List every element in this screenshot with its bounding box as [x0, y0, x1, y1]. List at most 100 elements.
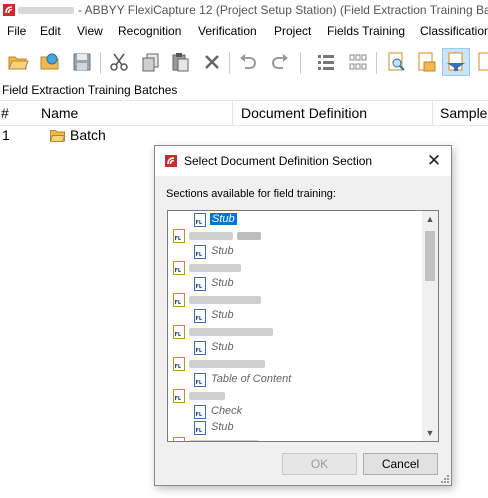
list-item[interactable]: FL Stub [194, 212, 414, 228]
open-project-button[interactable] [36, 48, 64, 76]
folder-globe-icon [40, 53, 59, 70]
list-item-label: Stub [211, 341, 234, 353]
sections-listbox[interactable]: FL Stub FL FL Stub FL FL Stub FL FL Stub… [167, 210, 439, 442]
list-item[interactable]: FL Check [194, 404, 414, 420]
fl-section-icon: FL [194, 213, 206, 227]
list-item[interactable]: FL Table of Content [194, 372, 414, 388]
save-icon [73, 53, 91, 71]
redacted-definition-name [189, 440, 259, 441]
list-item[interactable]: FL [173, 228, 413, 244]
document-training-icon [447, 52, 465, 71]
table-row[interactable]: 1 Batch [0, 126, 488, 146]
document-definition-icon: FL [173, 261, 185, 275]
document-properties-button[interactable] [412, 48, 440, 76]
menu-project[interactable]: Project [274, 24, 311, 38]
row-number: 1 [2, 127, 10, 143]
listbox-scrollbar[interactable]: ▲ ▼ [422, 211, 438, 441]
menu-classification[interactable]: Classification [420, 24, 488, 38]
thumbnails-view-button[interactable] [344, 48, 372, 76]
delete-button[interactable] [198, 48, 226, 76]
field-training-button[interactable] [442, 48, 470, 76]
redacted-definition-name [189, 360, 265, 368]
toolbar [0, 44, 488, 80]
menu-recognition[interactable]: Recognition [118, 24, 181, 38]
fl-section-icon: FL [194, 373, 206, 387]
menu-bar: File Edit View Recognition Verification … [0, 20, 488, 42]
list-item-label: Stub [211, 309, 234, 321]
column-sample[interactable]: Sample [440, 105, 487, 121]
column-divider[interactable] [432, 101, 433, 125]
redo-button[interactable] [266, 48, 294, 76]
list-item[interactable]: FL Stub [194, 244, 414, 260]
sections-label: Sections available for field training: [166, 188, 336, 200]
redacted-definition-name [189, 392, 225, 400]
save-button[interactable] [68, 48, 96, 76]
list-item[interactable]: FL [173, 356, 413, 372]
fl-section-icon: FL [194, 421, 206, 435]
list-item-label: Stub [211, 277, 234, 289]
list-item[interactable] [173, 436, 413, 441]
window-title: - ABBYY FlexiCapture 12 (Project Setup S… [78, 3, 488, 17]
list-item[interactable]: FL Stub [194, 420, 414, 436]
copy-icon [142, 53, 159, 72]
panel-header: Field Extraction Training Batches [0, 82, 488, 101]
fl-section-icon: FL [194, 405, 206, 419]
cut-button[interactable] [105, 48, 133, 76]
list-item-label: Check [211, 405, 243, 417]
cancel-button[interactable]: Cancel [363, 453, 438, 475]
list-item-label: Stub [211, 245, 234, 257]
redacted-filename [18, 7, 74, 14]
document-definition-icon [173, 437, 185, 441]
column-number[interactable]: # [1, 105, 9, 121]
open-document-button[interactable] [382, 48, 410, 76]
list-item[interactable]: FL Stub [194, 276, 414, 292]
svg-text:FL: FL [175, 236, 182, 242]
svg-text:FL: FL [175, 268, 182, 274]
column-document-definition[interactable]: Document Definition [241, 105, 367, 121]
more-toolbar-button[interactable] [472, 48, 488, 76]
title-bar: - ABBYY FlexiCapture 12 (Project Setup S… [0, 0, 488, 20]
document-icon [478, 52, 488, 71]
column-divider[interactable] [232, 101, 233, 125]
svg-text:FL: FL [196, 316, 203, 322]
folder-icon [50, 130, 65, 142]
svg-text:FL: FL [175, 332, 182, 338]
list-item[interactable]: FL Stub [194, 340, 414, 356]
redacted-definition-name [237, 232, 261, 240]
scroll-down-icon[interactable]: ▼ [422, 425, 438, 441]
abbyy-app-icon [3, 4, 15, 16]
scroll-up-icon[interactable]: ▲ [422, 211, 438, 227]
resize-grip-icon[interactable] [439, 473, 449, 483]
menu-view[interactable]: View [77, 24, 103, 38]
scrollbar-thumb[interactable] [425, 231, 435, 281]
list-item[interactable]: FL Stub [194, 308, 414, 324]
list-item[interactable]: FL [173, 388, 413, 404]
menu-file[interactable]: File [7, 24, 26, 38]
details-view-button[interactable] [312, 48, 340, 76]
list-item[interactable]: FL [173, 324, 413, 340]
undo-button[interactable] [234, 48, 262, 76]
menu-verification[interactable]: Verification [198, 24, 257, 38]
svg-text:FL: FL [196, 348, 203, 354]
list-item[interactable]: FL [173, 292, 413, 308]
svg-text:FL: FL [196, 252, 203, 258]
list-item[interactable]: FL [173, 260, 413, 276]
row-name: Batch [70, 127, 106, 143]
document-list-icon [418, 52, 436, 72]
column-name[interactable]: Name [41, 105, 78, 121]
toolbar-separator [376, 52, 377, 74]
toolbar-separator [229, 52, 230, 74]
open-folder-button[interactable] [4, 48, 32, 76]
menu-edit[interactable]: Edit [40, 24, 61, 38]
redacted-definition-name [189, 296, 261, 304]
list-item-label: Stub [210, 213, 237, 225]
ok-button[interactable]: OK [282, 453, 357, 475]
delete-x-icon [205, 55, 219, 69]
close-icon[interactable]: ✕ [425, 152, 443, 170]
redacted-definition-name [189, 264, 241, 272]
list-item-label: Stub [211, 421, 234, 433]
copy-button[interactable] [137, 48, 165, 76]
menu-fields-training[interactable]: Fields Training [327, 24, 405, 38]
paste-button[interactable] [166, 48, 194, 76]
document-definition-icon: FL [173, 325, 185, 339]
